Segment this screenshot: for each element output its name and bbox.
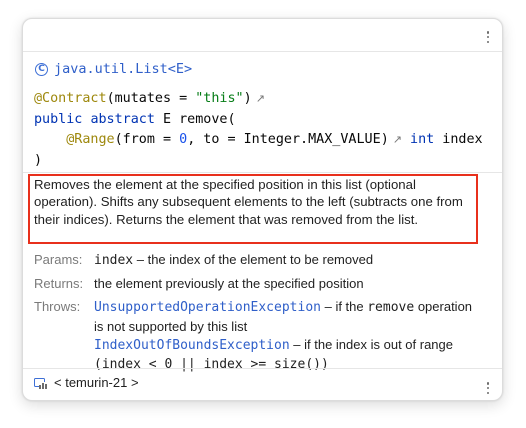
- throws-item: UnsupportedOperationException – if the r…: [94, 299, 473, 334]
- signature-divider: [23, 172, 502, 173]
- range-annotation[interactable]: @Range: [66, 132, 114, 147]
- method-name: remove: [179, 111, 228, 127]
- throws-label: Throws:: [34, 299, 81, 314]
- contract-annotation[interactable]: @Contract: [34, 91, 107, 106]
- throws-item: IndexOutOfBoundsException – if the index…: [94, 337, 453, 354]
- containing-class: C java.util.List<E>: [35, 61, 192, 77]
- class-icon: C: [35, 62, 48, 76]
- footer-divider: [23, 368, 502, 369]
- returns-label: Returns:: [34, 276, 84, 291]
- returns-value: the element previously at the specified …: [94, 276, 364, 291]
- external-link-icon[interactable]: ↗: [256, 92, 265, 105]
- integer-max-value[interactable]: Integer.MAX_VALUE: [244, 132, 381, 147]
- throws-value: UnsupportedOperationException – if the r…: [94, 298, 484, 374]
- external-link-icon[interactable]: ↗: [393, 133, 402, 146]
- method-description: Removes the element at the specified pos…: [34, 177, 463, 227]
- library-icon: [34, 376, 48, 389]
- params-label: Params:: [34, 252, 83, 267]
- exception-link[interactable]: UnsupportedOperationException: [94, 300, 321, 315]
- exception-link[interactable]: IndexOutOfBoundsException: [94, 338, 290, 353]
- param-name: index: [442, 132, 483, 147]
- header-divider: [23, 51, 502, 52]
- more-options-icon[interactable]: [482, 29, 494, 45]
- method-signature: @Contract(mutates = "this") ↗ public abstr…: [34, 91, 483, 168]
- return-type[interactable]: E: [163, 112, 171, 127]
- popup-toolbar: [23, 19, 502, 51]
- sdk-footer: < temurin-21 >: [34, 375, 139, 390]
- more-options-icon[interactable]: [482, 380, 494, 396]
- sdk-label[interactable]: < temurin-21 >: [54, 375, 139, 390]
- throws-condition: (index < 0 || index >= size()): [94, 356, 329, 372]
- class-link[interactable]: java.util.List<E>: [54, 61, 192, 77]
- params-value: index – the index of the element to be r…: [94, 252, 374, 268]
- documentation-popup: C java.util.List<E> @Contract(mutates = …: [22, 18, 503, 401]
